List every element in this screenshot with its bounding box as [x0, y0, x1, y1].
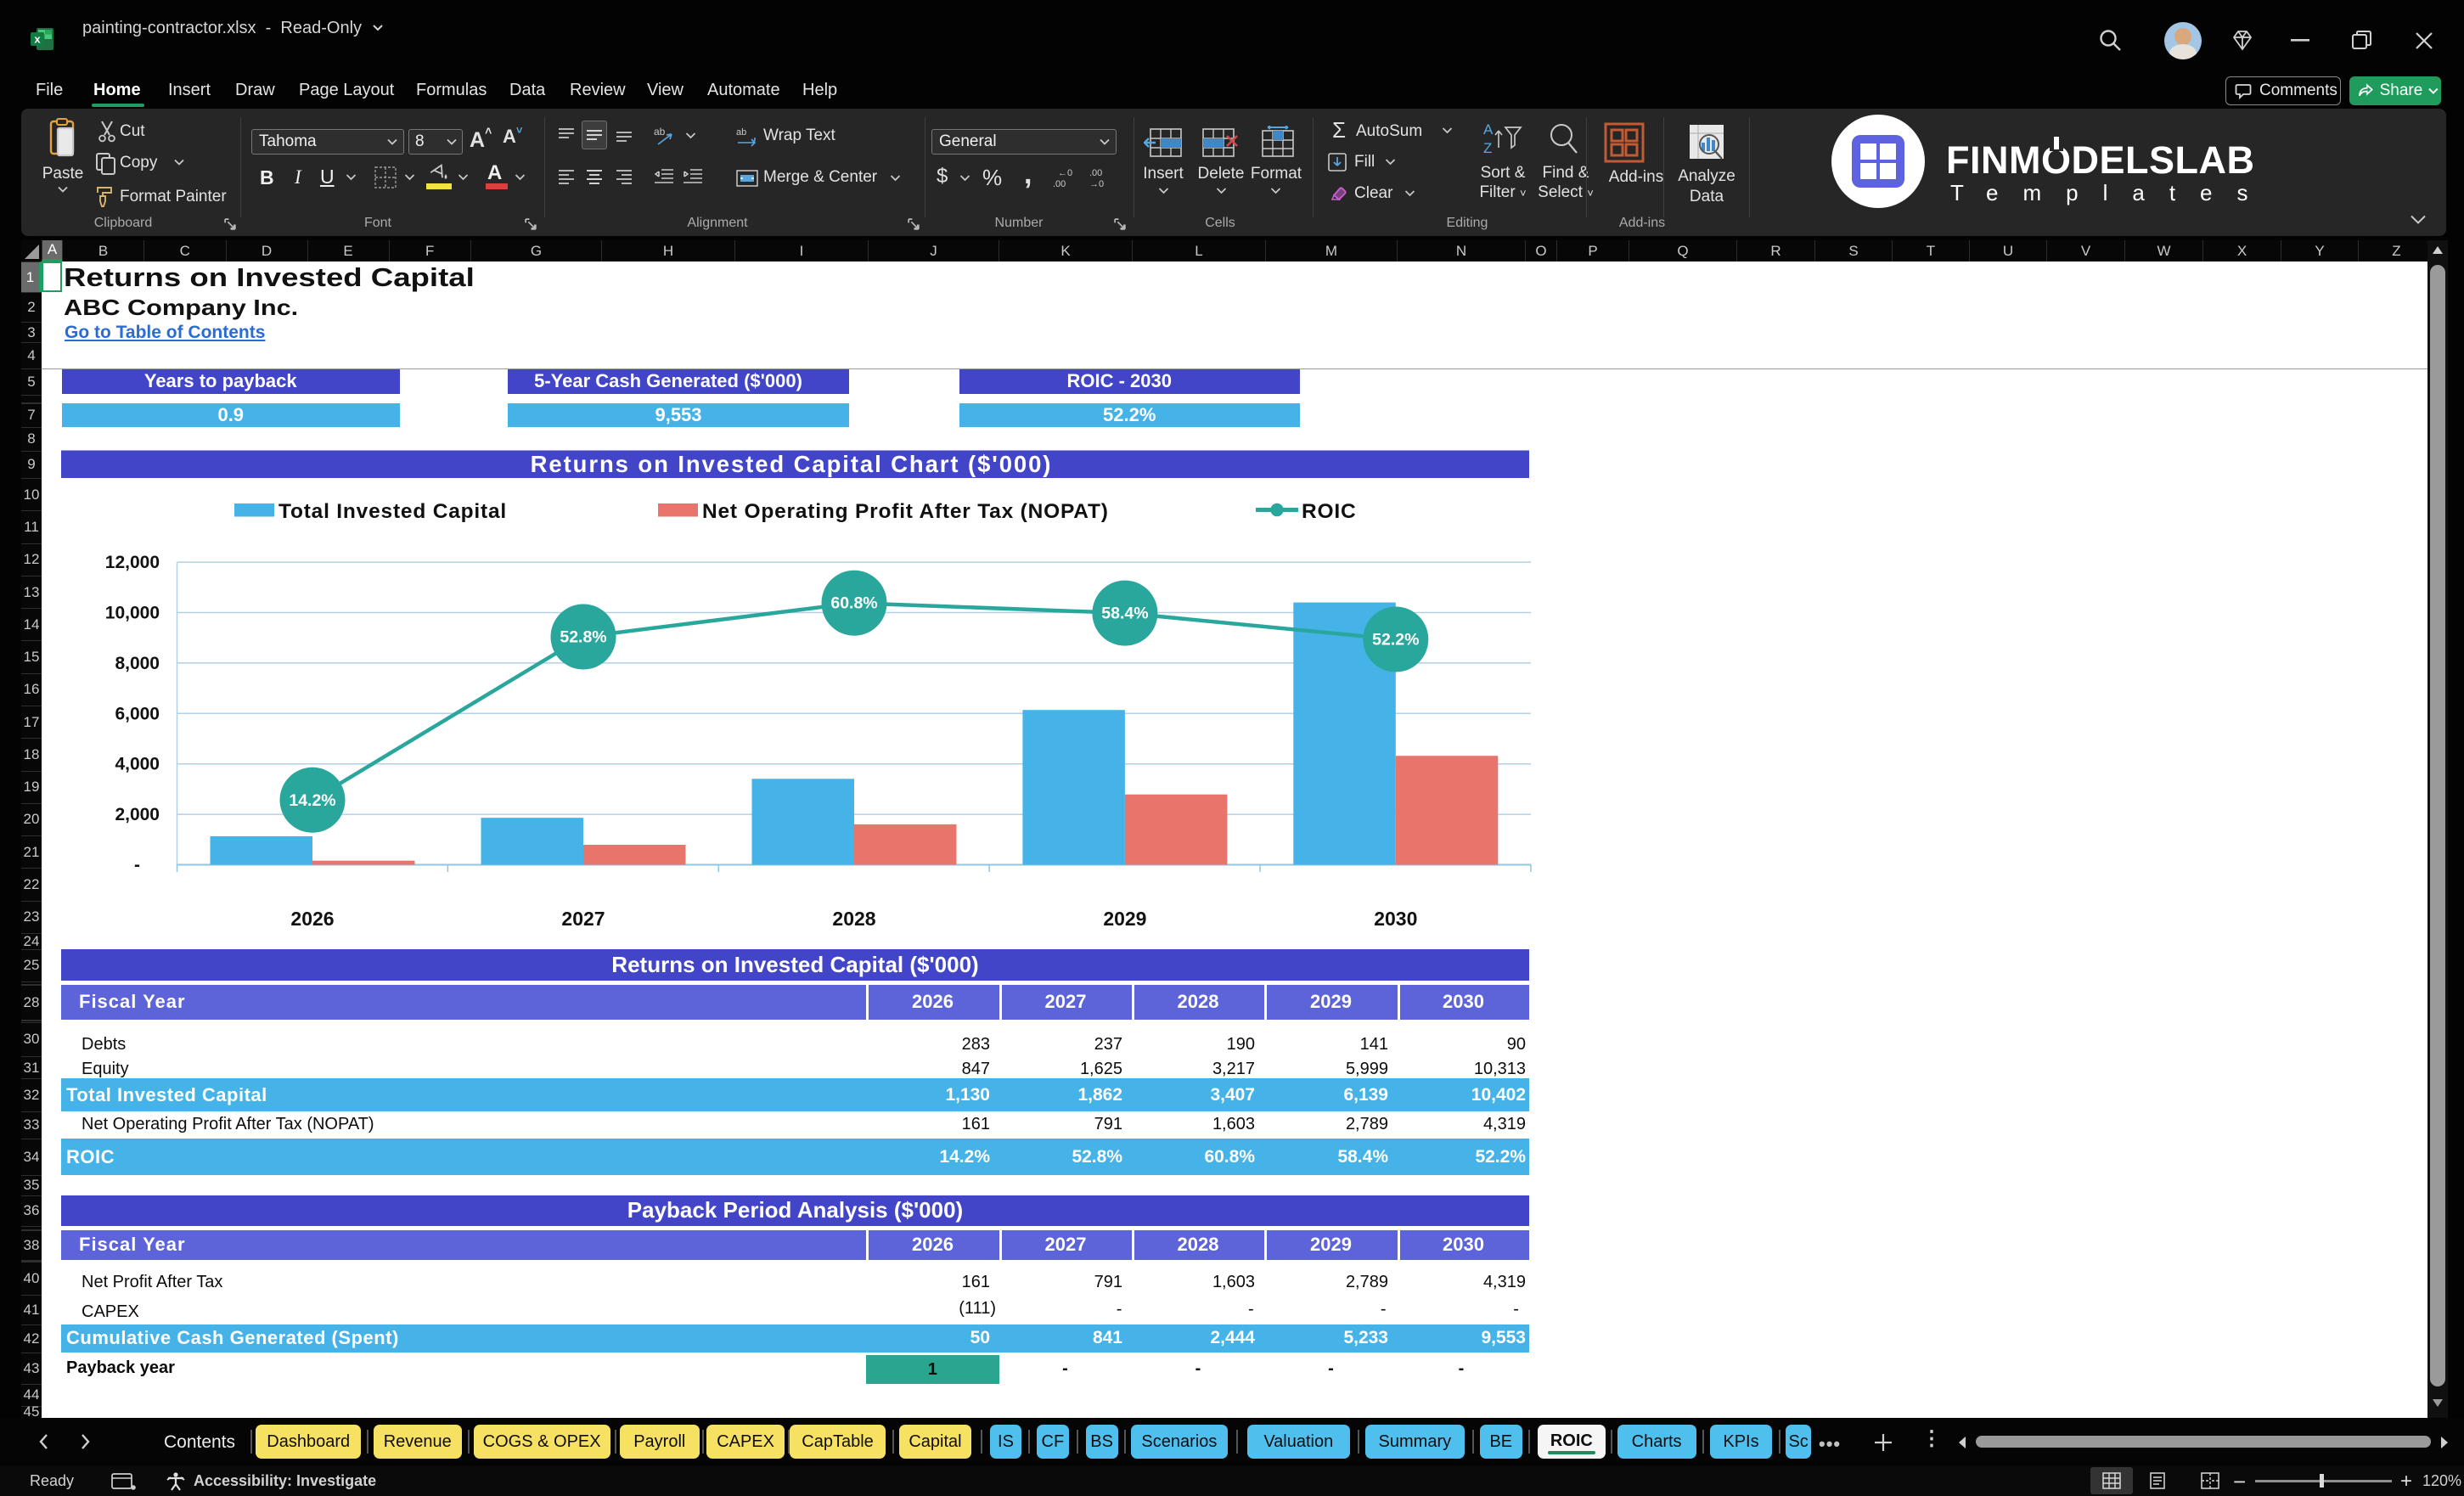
svg-text:ab: ab — [654, 126, 666, 138]
svg-text:←0: ←0 — [1058, 168, 1072, 178]
svg-text:2027: 2027 — [561, 908, 605, 930]
svg-text:Z: Z — [1483, 140, 1492, 156]
svg-text:Total Invested Capital: Total Invested Capital — [278, 500, 507, 523]
svg-text:2030: 2030 — [1374, 908, 1417, 930]
svg-text:14.2%: 14.2% — [289, 791, 335, 810]
svg-text:58.4%: 58.4% — [1101, 605, 1148, 623]
svg-text:60.8%: 60.8% — [830, 594, 877, 613]
svg-text:Returns on Invested Capital Ch: Returns on Invested Capital Chart ($'000… — [531, 451, 1053, 477]
svg-text:4,000: 4,000 — [115, 755, 160, 774]
svg-text:x: x — [34, 33, 41, 46]
svg-text:10,000: 10,000 — [105, 604, 160, 623]
svg-text:A: A — [1483, 121, 1494, 138]
svg-text:52.2%: 52.2% — [1372, 631, 1419, 650]
svg-text:8,000: 8,000 — [115, 654, 160, 673]
svg-text:2029: 2029 — [1103, 908, 1146, 930]
svg-text:2026: 2026 — [290, 908, 334, 930]
svg-text:.00: .00 — [1053, 179, 1066, 188]
svg-text:12,000: 12,000 — [105, 553, 160, 572]
svg-text:ab: ab — [736, 127, 746, 138]
svg-text:52.8%: 52.8% — [560, 628, 606, 647]
svg-text:ROIC: ROIC — [1302, 500, 1356, 523]
svg-text:Net Operating Profit After Tax: Net Operating Profit After Tax (NOPAT) — [702, 500, 1109, 523]
svg-text:→0: →0 — [1089, 179, 1104, 188]
svg-text:6,000: 6,000 — [115, 704, 160, 723]
svg-text:.00: .00 — [1089, 168, 1102, 178]
svg-text:2028: 2028 — [832, 908, 875, 930]
svg-text:2,000: 2,000 — [115, 805, 160, 824]
svg-text:-: - — [134, 856, 140, 875]
